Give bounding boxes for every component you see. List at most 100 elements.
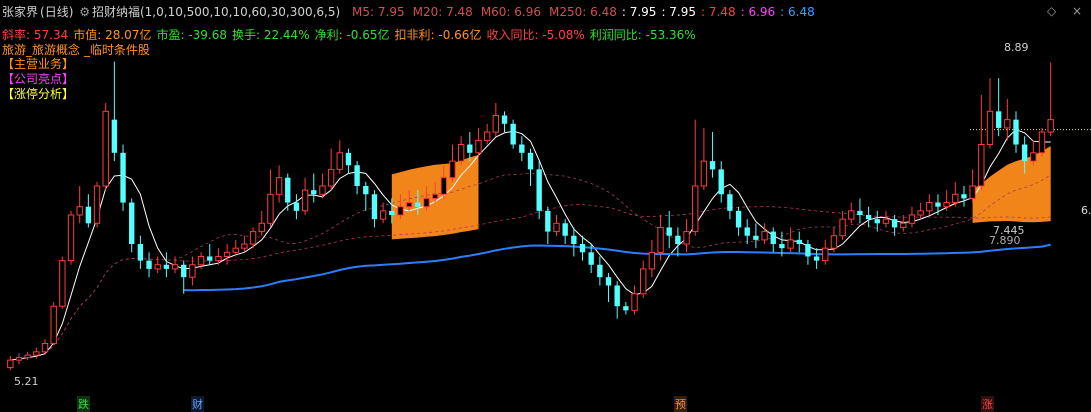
tag-limit-up-analysis[interactable]: 【涨停分析】 <box>2 85 74 102</box>
candle-body <box>917 210 924 216</box>
candle-body <box>614 285 620 307</box>
candle-body <box>744 227 750 236</box>
candle-body <box>588 252 594 265</box>
diamond-toggle-icon[interactable]: ◇ <box>1047 4 1056 18</box>
candle-body <box>857 210 863 215</box>
candle-body <box>232 247 239 253</box>
candle-body <box>882 218 890 224</box>
info-item-4: 净利: -0.65亿 <box>314 28 390 42</box>
candle-body <box>995 111 1002 128</box>
candle-body <box>770 231 776 245</box>
candle-body <box>822 247 829 262</box>
candle-body <box>293 202 300 211</box>
candle-body <box>415 202 421 207</box>
candle-body <box>449 160 456 179</box>
candle-body <box>900 222 907 228</box>
candle-body <box>986 110 994 146</box>
candle-body <box>50 305 57 345</box>
candle-body <box>223 251 231 257</box>
candle-body <box>779 244 785 249</box>
candle-body <box>285 177 291 203</box>
stock-name[interactable]: 张家界 <box>2 5 38 19</box>
candle-body <box>492 114 500 133</box>
candle-body <box>978 144 985 187</box>
candle-body <box>423 197 430 208</box>
candle-body <box>59 260 66 307</box>
candle-body <box>562 223 568 236</box>
candle-body <box>483 131 491 141</box>
candle-body <box>146 260 152 269</box>
candle-body <box>545 210 551 232</box>
candle-body <box>181 264 187 278</box>
candle-body <box>93 185 101 224</box>
candle-body <box>623 306 629 311</box>
candle-body <box>709 161 716 170</box>
candle-body <box>935 202 941 207</box>
candle-body <box>120 152 126 203</box>
candle-body <box>102 110 109 187</box>
candle-body <box>197 255 205 266</box>
candle-body <box>207 256 213 261</box>
high-price-label: 8.89 <box>1004 41 1029 54</box>
kline-chart[interactable] <box>0 0 1091 410</box>
candle-body <box>379 210 387 220</box>
candle-body <box>1021 144 1028 162</box>
candle-body <box>457 144 465 162</box>
candle-body <box>163 264 170 269</box>
candle-body <box>605 277 612 286</box>
candle-body <box>839 218 846 237</box>
right-axis-label: 6. <box>1081 204 1091 217</box>
candle-body <box>111 119 118 153</box>
candle-body <box>830 235 838 249</box>
candle-body <box>1030 152 1037 162</box>
candle-body <box>727 194 733 211</box>
candle-body <box>345 152 352 166</box>
candle-body <box>431 193 439 199</box>
info-item-0: 斜率: 57.34 <box>2 28 69 42</box>
candle-body <box>735 210 742 228</box>
candle-body <box>311 190 317 195</box>
info-item-7: 利润同比: -53.36% <box>589 28 696 42</box>
candle-body <box>467 144 473 153</box>
close-icon[interactable]: × <box>1072 4 1082 18</box>
candle-body <box>692 185 699 233</box>
candle-body <box>805 244 811 257</box>
candle-body <box>510 123 516 145</box>
line-value-2: : 7.48 <box>701 5 736 19</box>
line-value-4: : 6.48 <box>780 5 815 19</box>
candle-body <box>475 139 482 154</box>
candle-body <box>249 231 257 245</box>
candle-body <box>718 169 724 195</box>
candle-body <box>787 239 794 249</box>
candle-body <box>519 144 525 153</box>
info-item-1: 市值: 28.07亿 <box>73 28 152 42</box>
candle-body <box>129 202 135 245</box>
candle-body <box>267 193 274 224</box>
candle-body <box>405 202 413 208</box>
candle-body <box>301 189 309 212</box>
indicator-name[interactable]: 招财纳福(1,0,10,500,10,10,60,30,300,6,5) <box>92 5 340 19</box>
candle-body <box>440 177 447 195</box>
candle-body <box>215 255 222 262</box>
period-label[interactable]: (日线) <box>40 5 73 19</box>
candle-body <box>171 264 179 270</box>
settings-gear-icon[interactable]: ⚙ <box>79 5 90 19</box>
line-value-0: : 7.95 <box>621 5 657 19</box>
line-value-3: : 6.96 <box>740 5 776 19</box>
candle-body <box>571 235 577 245</box>
line-value-1: : 7.95 <box>661 5 697 19</box>
candle-body <box>536 169 542 211</box>
candle-body <box>354 165 360 186</box>
candle-body <box>189 264 196 278</box>
candle-body <box>1047 119 1054 133</box>
candle-body <box>796 239 802 245</box>
candle-body <box>908 214 916 224</box>
candle-body <box>154 264 161 270</box>
candle-body <box>891 219 898 228</box>
candle-body <box>319 185 326 195</box>
candle-body <box>363 185 369 195</box>
candle-body <box>275 177 283 195</box>
ma-values: M5: 7.95 M20: 7.48 M60: 6.96 M250: 6.48: 7.… <box>346 5 817 19</box>
candle-body <box>926 202 933 212</box>
candle-body <box>553 222 560 233</box>
